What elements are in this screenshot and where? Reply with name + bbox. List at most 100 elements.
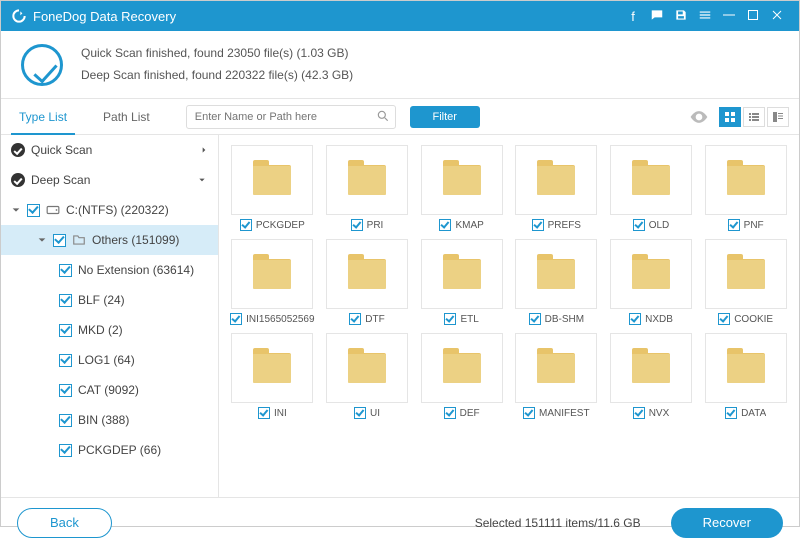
folder-icon (72, 233, 86, 247)
preview-icon[interactable] (689, 107, 709, 127)
maximize-button[interactable] (741, 9, 765, 24)
folder-tile[interactable]: INI1565052569 (227, 239, 318, 325)
checkbox[interactable] (59, 444, 72, 457)
folder-tile[interactable]: DEF (416, 333, 507, 419)
facebook-icon[interactable]: f (621, 9, 645, 24)
sidebar-filetype-item[interactable]: PCKGDEP (66) (1, 435, 218, 465)
folder-tile[interactable]: PNF (700, 145, 791, 231)
folder-tile[interactable]: DATA (700, 333, 791, 419)
folder-thumbnail[interactable] (326, 333, 408, 403)
checkbox[interactable] (59, 324, 72, 337)
folder-thumbnail[interactable] (515, 333, 597, 403)
view-grid-button[interactable] (719, 107, 741, 127)
checkbox[interactable] (59, 384, 72, 397)
folder-thumbnail[interactable] (610, 145, 692, 215)
checkbox[interactable] (444, 313, 456, 325)
close-button[interactable] (765, 9, 789, 24)
checkbox[interactable] (633, 219, 645, 231)
checkbox[interactable] (351, 219, 363, 231)
folder-tile[interactable]: DTF (322, 239, 413, 325)
tab-path-list[interactable]: Path List (85, 99, 168, 134)
folder-thumbnail[interactable] (515, 145, 597, 215)
folder-tile[interactable]: INI (227, 333, 318, 419)
folder-tile[interactable]: PCKGDEP (227, 145, 318, 231)
search-icon[interactable] (376, 109, 390, 123)
folder-tile[interactable]: COOKIE (700, 239, 791, 325)
folder-thumbnail[interactable] (515, 239, 597, 309)
sidebar-drive[interactable]: C:(NTFS) (220322) (1, 195, 218, 225)
checkbox[interactable] (439, 219, 451, 231)
folder-thumbnail[interactable] (231, 333, 313, 403)
folder-tile[interactable]: OLD (606, 145, 697, 231)
folder-thumbnail[interactable] (421, 145, 503, 215)
back-button[interactable]: Back (17, 508, 112, 538)
checkbox[interactable] (59, 264, 72, 277)
folder-thumbnail[interactable] (421, 239, 503, 309)
folder-thumbnail[interactable] (705, 239, 787, 309)
sidebar-quick-scan[interactable]: Quick Scan (1, 135, 218, 165)
folder-thumbnail[interactable] (231, 239, 313, 309)
sidebar-deep-scan[interactable]: Deep Scan (1, 165, 218, 195)
disk-icon (46, 203, 60, 217)
folder-thumbnail[interactable] (326, 145, 408, 215)
folder-tile[interactable]: DB-SHM (511, 239, 602, 325)
chevron-down-icon (11, 205, 21, 215)
folder-tile[interactable]: MANIFEST (511, 333, 602, 419)
checkbox[interactable] (230, 313, 242, 325)
sidebar-filetype-item[interactable]: MKD (2) (1, 315, 218, 345)
view-list-button[interactable] (743, 107, 765, 127)
folder-name: DTF (365, 314, 384, 325)
checkbox[interactable] (240, 219, 252, 231)
checkbox[interactable] (523, 407, 535, 419)
checkbox[interactable] (718, 313, 730, 325)
sidebar-filetype-item[interactable]: BIN (388) (1, 405, 218, 435)
checkbox[interactable] (444, 407, 456, 419)
feedback-icon[interactable] (645, 8, 669, 25)
minimize-button[interactable] (717, 9, 741, 24)
filter-button[interactable]: Filter (410, 106, 480, 128)
folder-tile[interactable]: NVX (606, 333, 697, 419)
save-icon[interactable] (669, 8, 693, 25)
sidebar-others[interactable]: Others (151099) (1, 225, 218, 255)
checkbox[interactable] (59, 414, 72, 427)
folder-tile[interactable]: UI (322, 333, 413, 419)
sidebar-filetype-item[interactable]: No Extension (63614) (1, 255, 218, 285)
folder-thumbnail[interactable] (231, 145, 313, 215)
folder-tile[interactable]: PRI (322, 145, 413, 231)
folder-tile[interactable]: KMAP (416, 145, 507, 231)
search-input[interactable] (186, 105, 396, 129)
checkbox[interactable] (59, 294, 72, 307)
view-detail-button[interactable] (767, 107, 789, 127)
checkbox[interactable] (349, 313, 361, 325)
checkbox[interactable] (529, 313, 541, 325)
checkbox[interactable] (59, 354, 72, 367)
app-logo: FoneDog Data Recovery (11, 8, 176, 24)
checkbox[interactable] (633, 407, 645, 419)
checkbox[interactable] (728, 219, 740, 231)
checkmark-icon (21, 44, 63, 86)
checkbox[interactable] (53, 234, 66, 247)
folder-thumbnail[interactable] (705, 145, 787, 215)
checkbox[interactable] (354, 407, 366, 419)
folder-tile[interactable]: PREFS (511, 145, 602, 231)
checkbox[interactable] (629, 313, 641, 325)
folder-tile[interactable]: NXDB (606, 239, 697, 325)
sidebar: Quick Scan Deep Scan C:(NTFS) (220322) O… (1, 135, 219, 497)
checkbox[interactable] (725, 407, 737, 419)
folder-thumbnail[interactable] (705, 333, 787, 403)
sidebar-filetype-item[interactable]: LOG1 (64) (1, 345, 218, 375)
folder-thumbnail[interactable] (421, 333, 503, 403)
checkbox[interactable] (532, 219, 544, 231)
folder-icon (537, 353, 575, 383)
folder-tile[interactable]: ETL (416, 239, 507, 325)
sidebar-filetype-item[interactable]: CAT (9092) (1, 375, 218, 405)
tab-type-list[interactable]: Type List (1, 99, 85, 134)
sidebar-filetype-item[interactable]: BLF (24) (1, 285, 218, 315)
checkbox[interactable] (258, 407, 270, 419)
menu-icon[interactable] (693, 8, 717, 25)
folder-thumbnail[interactable] (326, 239, 408, 309)
folder-thumbnail[interactable] (610, 239, 692, 309)
checkbox[interactable] (27, 204, 40, 217)
folder-thumbnail[interactable] (610, 333, 692, 403)
recover-button[interactable]: Recover (671, 508, 783, 538)
